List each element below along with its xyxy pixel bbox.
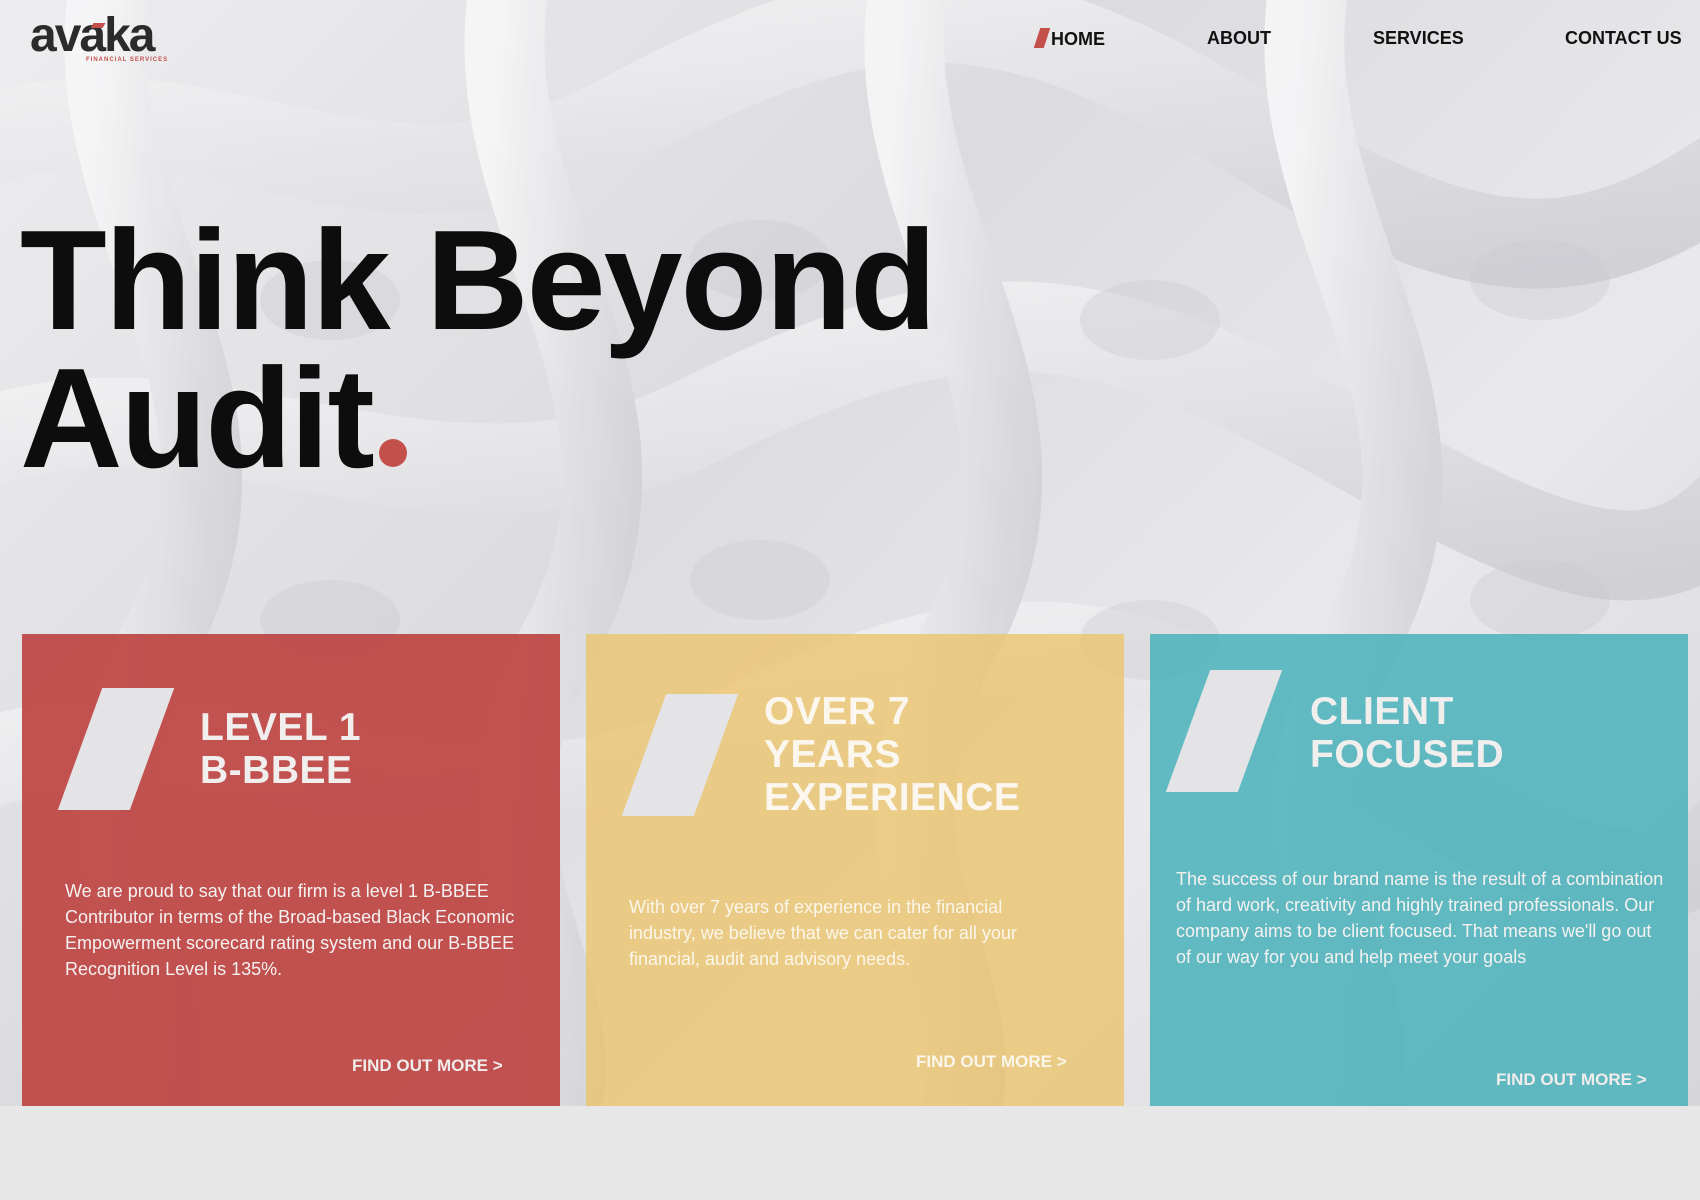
card-title-line-2: FOCUSED: [1310, 733, 1505, 776]
headline-line-2: Audit: [20, 339, 375, 498]
nav-item-home-label: HOME: [1051, 29, 1105, 49]
logo-tagline: FINANCIAL SERVICES: [86, 57, 169, 63]
feature-card-bbbee: LEVEL 1 B-BBEE We are proud to say that …: [22, 634, 560, 1106]
nav-item-about[interactable]: ABOUT: [1207, 28, 1271, 49]
card-title-line-3: EXPERIENCE: [764, 776, 1021, 819]
card-slash-icon: [57, 688, 175, 810]
card-body: We are proud to say that our firm is a l…: [65, 881, 515, 979]
card-title-line-1: LEVEL 1: [200, 706, 362, 749]
card-body: The success of our brand name is the res…: [1176, 869, 1664, 967]
card-title: OVER 7 YEARS EXPERIENCE: [764, 690, 1020, 819]
card-title: CLIENT FOCUSED: [1310, 690, 1504, 776]
card-title-line-2: YEARS: [764, 733, 901, 776]
card-title-line-1: OVER 7: [764, 690, 911, 733]
nav-item-contact-us[interactable]: CONTACT US: [1565, 28, 1682, 49]
brand-logo[interactable]: avaka FINANCIAL SERVICES: [30, 12, 170, 68]
find-out-more-link[interactable]: FIND OUT MORE >: [1496, 1070, 1647, 1090]
nav-item-services[interactable]: SERVICES: [1373, 28, 1464, 49]
active-slash-icon: [1033, 28, 1051, 48]
feature-card-client-focused: CLIENT FOCUSED The success of our brand …: [1150, 634, 1688, 1106]
nav-item-home[interactable]: HOME: [1033, 28, 1105, 50]
headline-dot-icon: [378, 439, 407, 467]
find-out-more-link[interactable]: FIND OUT MORE >: [352, 1056, 503, 1076]
card-title-line-2: B-BBEE: [200, 749, 353, 792]
page-bottom-strip: [0, 1106, 1700, 1200]
find-out-more-link[interactable]: FIND OUT MORE >: [916, 1052, 1067, 1072]
logo-wordmark: avaka: [30, 9, 155, 62]
card-title-line-1: CLIENT: [1310, 690, 1454, 733]
hero-headline: Think Beyond Audit: [20, 210, 937, 490]
feature-card-experience: OVER 7 YEARS EXPERIENCE With over 7 year…: [586, 634, 1124, 1106]
card-title: LEVEL 1 B-BBEE: [200, 706, 361, 792]
headline-line-1: Think Beyond: [20, 201, 937, 360]
card-body: With over 7 years of experience in the f…: [629, 897, 1017, 969]
card-slash-icon: [1165, 670, 1283, 792]
card-slash-icon: [621, 694, 739, 816]
hero-section: avaka FINANCIAL SERVICES HOME ABOUT SERV…: [0, 0, 1700, 1106]
